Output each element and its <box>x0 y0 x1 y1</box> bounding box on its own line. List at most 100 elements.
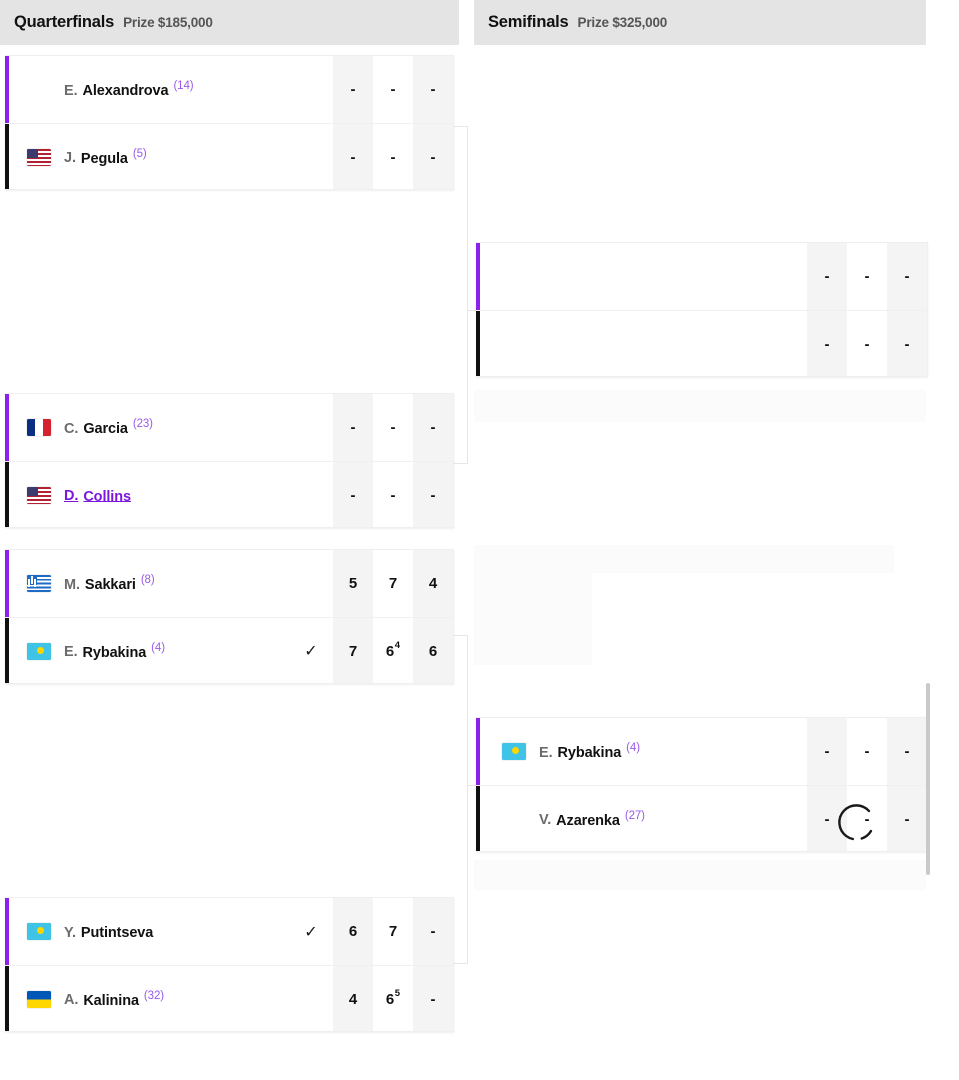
score-set-2: 7 <box>373 898 413 965</box>
player-name-cell <box>480 243 763 310</box>
player-initial: C. <box>64 420 79 437</box>
score-group: 4 65 - <box>333 966 453 1031</box>
score-set-3: - <box>887 786 927 851</box>
player-seed: (27) <box>624 809 645 822</box>
score-group: 6 7 - <box>333 898 453 965</box>
player-name: E. Rybakina (4) <box>539 742 640 761</box>
player-name-cell: Y. Putintseva <box>9 898 289 965</box>
background-band <box>474 390 926 422</box>
player-initial: J. <box>64 150 76 167</box>
player-name: C. Garcia (23) <box>64 418 153 437</box>
player-name <box>502 269 507 285</box>
round-title: Semifinals <box>488 13 569 31</box>
score-set-3: - <box>887 243 927 310</box>
score-set-3: - <box>413 462 453 527</box>
flag-kz-icon <box>27 923 51 940</box>
score-group: - - - <box>807 243 927 310</box>
player-seed: (5) <box>132 147 147 160</box>
player-name: J. Pegula (5) <box>64 148 147 167</box>
player-surname: Putintseva <box>80 924 154 941</box>
player-row[interactable]: C. Garcia (23) - - - <box>5 394 453 461</box>
flag-kz-icon <box>27 642 51 660</box>
player-row[interactable]: M. Sakkari (8) 5 7 4 <box>5 550 453 617</box>
flag-placeholder-icon <box>502 811 526 828</box>
player-row[interactable]: - - - <box>476 310 927 376</box>
score-set-1: - <box>333 56 373 123</box>
match-card[interactable]: M. Sakkari (8) 5 7 4 E. Rybakina (4) ✓ 7… <box>5 549 454 684</box>
score-set-1: - <box>333 394 373 461</box>
flag-us-icon <box>27 148 51 166</box>
player-name: M. Sakkari (8) <box>64 574 155 593</box>
player-surname: Alexandrova <box>82 82 169 99</box>
score-set-1: 6 <box>333 898 373 965</box>
winner-check-cell <box>763 311 807 376</box>
player-name-cell: E. Rybakina (4) <box>480 718 763 785</box>
player-initial: Y. <box>64 924 76 941</box>
winner-check-cell <box>763 718 807 785</box>
winner-check-cell <box>289 966 333 1031</box>
player-initial: E. <box>64 644 78 661</box>
player-row[interactable]: J. Pegula (5) - - - <box>5 123 453 189</box>
score-set-1: 4 <box>333 966 373 1031</box>
winner-check-cell <box>763 243 807 310</box>
match-card[interactable]: Y. Putintseva ✓ 6 7 - A. Kalinina (32) 4… <box>5 897 454 1032</box>
score-set-2: - <box>373 394 413 461</box>
score-set-2: 7 <box>373 550 413 617</box>
score-set-3: - <box>413 966 453 1031</box>
score-set-1: - <box>807 786 847 851</box>
player-seed: (14) <box>173 80 194 93</box>
score-set-3: - <box>413 394 453 461</box>
player-surname: Kalinina <box>83 992 139 1009</box>
vertical-scrollbar-thumb[interactable] <box>926 683 930 875</box>
player-row[interactable]: D. Collins - - - <box>5 461 453 527</box>
player-row[interactable]: V. Azarenka (27) - - - <box>476 785 927 851</box>
match-card[interactable]: - - - - - - <box>476 242 928 377</box>
bracket-connector <box>454 635 468 636</box>
match-card[interactable]: E.Alexandrova (14) - - - J.Pegula (5) <box>5 55 454 190</box>
score-set-3: 4 <box>413 550 453 617</box>
player-name: E. Alexandrova (14) <box>64 80 194 99</box>
player-initial: V. <box>539 812 552 829</box>
player-name-cell: J. Pegula (5) <box>9 124 289 189</box>
score-set-3: - <box>887 311 927 376</box>
player-surname: Rybakina <box>557 744 622 761</box>
player-surname: Garcia <box>83 420 128 437</box>
winner-check-icon: ✓ <box>304 923 318 941</box>
player-row[interactable]: - - - <box>476 243 927 310</box>
round-header-quarterfinals: Quarterfinals Prize $185,000 <box>0 0 459 45</box>
round-prize: Prize $325,000 <box>577 15 668 30</box>
score-set-2: - <box>373 124 413 189</box>
player-initial: E. <box>539 744 553 761</box>
score-set-1: - <box>807 243 847 310</box>
player-row[interactable]: Y. Putintseva ✓ 6 7 - <box>5 898 453 965</box>
player-row[interactable]: E. Rybakina (4) - - - <box>476 718 927 785</box>
match-card[interactable]: C. Garcia (23) - - - D. Collins - - - <box>5 393 454 528</box>
flag-ua-icon <box>27 990 51 1008</box>
player-row[interactable]: E. Rybakina (4) ✓ 7 64 6 <box>5 617 453 683</box>
match-card[interactable]: E. Rybakina (4) - - - V. Azarenka (27) - - - <box>476 717 928 852</box>
player-name-link[interactable]: D. Collins <box>64 486 136 505</box>
player-surname: Collins <box>83 488 131 505</box>
score-group: - - - <box>807 786 927 851</box>
player-name-cell: E. Rybakina (4) <box>9 618 289 683</box>
player-row[interactable]: E. Alexandrova (14) - - - <box>5 56 453 123</box>
winner-check-cell <box>763 786 807 851</box>
player-initial: D. <box>64 488 79 505</box>
flag-fr-icon <box>27 419 51 436</box>
player-initial: M. <box>64 576 80 593</box>
winner-check-cell <box>289 550 333 617</box>
bracket-connector <box>454 963 468 964</box>
player-name-cell: C. Garcia (23) <box>9 394 289 461</box>
score-set-2: - <box>373 56 413 123</box>
player-name-cell: A. Kalinina (32) <box>9 966 289 1031</box>
background-band <box>474 860 926 890</box>
player-row[interactable]: A. Kalinina (32) 4 65 - <box>5 965 453 1031</box>
winner-check-cell <box>289 56 333 123</box>
score-group: - - - <box>333 462 453 527</box>
score-group: 5 7 4 <box>333 550 453 617</box>
score-set-1: 5 <box>333 550 373 617</box>
score-group: - - - <box>333 394 453 461</box>
score-set-3: - <box>413 56 453 123</box>
winner-check-cell <box>289 394 333 461</box>
player-surname: Pegula <box>80 150 128 167</box>
